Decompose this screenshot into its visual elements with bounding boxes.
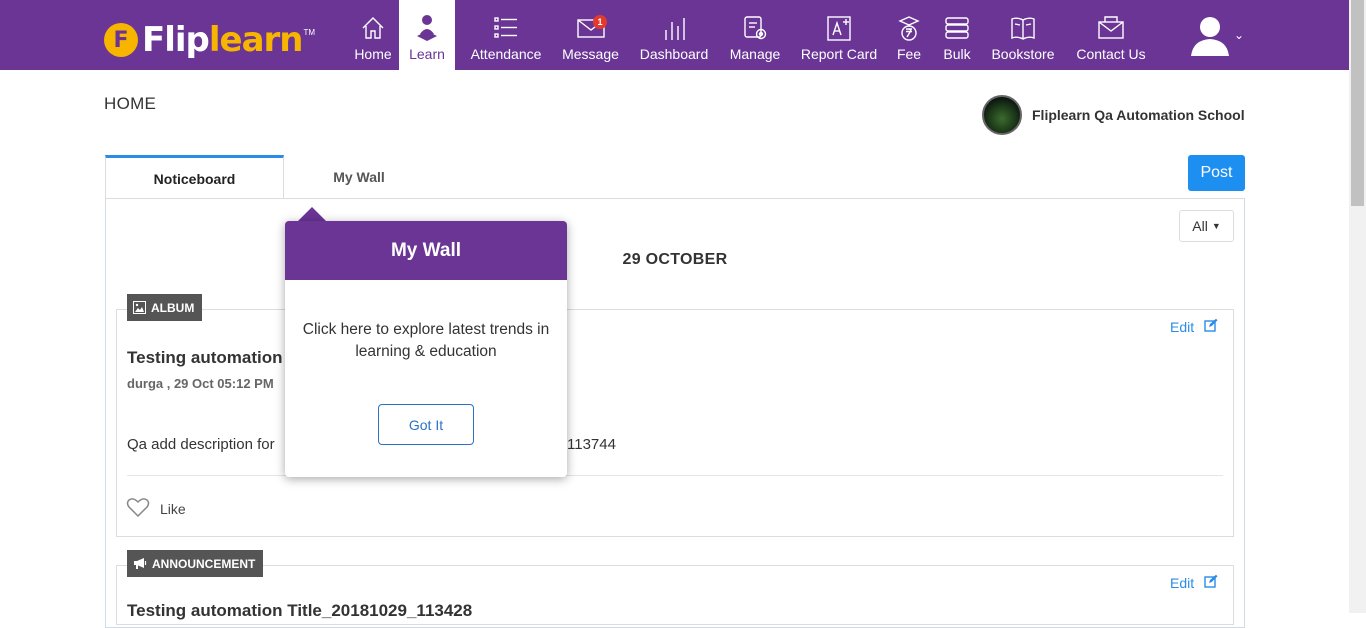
school-info: Fliplearn Qa Automation School (982, 95, 1245, 135)
nav-attendance[interactable]: Attendance (466, 0, 546, 70)
nav-learn[interactable]: Learn (399, 0, 455, 70)
nav-manage[interactable]: Manage (725, 0, 785, 70)
my-wall-popover: My Wall Click here to explore latest tre… (285, 221, 567, 477)
fliplearn-logo[interactable]: F Fliplearn TM (104, 20, 315, 60)
nav-label: Contact Us (1076, 46, 1146, 62)
post-type-tag: ANNOUNCEMENT (127, 550, 264, 577)
nav-contact-us[interactable]: Contact Us (1071, 0, 1151, 70)
like-label: Like (160, 500, 186, 517)
nav-report-card[interactable]: Report Card (797, 0, 881, 70)
nav-label: Fee (896, 46, 922, 62)
post-description: Qa add description for (127, 436, 275, 453)
filter-dropdown[interactable]: All ▼ (1179, 210, 1234, 242)
book-icon (1008, 14, 1038, 42)
post-description-tail: 113744 (567, 436, 616, 453)
caret-down-icon: ▼ (1211, 221, 1221, 231)
school-name: Fliplearn Qa Automation School (1032, 107, 1245, 123)
nav-message[interactable]: 1 Message (558, 0, 623, 70)
megaphone-icon (133, 557, 147, 570)
nav-label: Dashboard (639, 46, 709, 62)
popover-title: My Wall (285, 221, 567, 280)
post-title[interactable]: Testing automation Title_20181029_113428 (127, 601, 472, 621)
nav-label: Home (354, 46, 392, 62)
learn-icon (412, 14, 442, 42)
page-title: HOME (104, 94, 157, 113)
edit-icon (1204, 574, 1218, 591)
date-heading: 29 OCTOBER (622, 251, 728, 268)
popover-body: Click here to explore latest trends in l… (302, 321, 550, 360)
logo-badge: F (104, 23, 138, 57)
logo-trademark: TM (303, 28, 316, 37)
user-avatar-icon[interactable] (1190, 14, 1230, 56)
nav-label: Bookstore (991, 46, 1055, 62)
edit-label: Edit (1170, 574, 1195, 591)
bulk-stack-icon (942, 14, 972, 42)
nav-label: Message (562, 46, 619, 62)
chevron-down-icon[interactable]: ⌄ (1234, 28, 1244, 42)
bar-chart-icon (659, 14, 689, 42)
image-icon (133, 301, 146, 314)
like-button[interactable]: Like (126, 497, 186, 520)
got-it-button[interactable]: Got It (378, 404, 474, 445)
report-card-icon (824, 14, 854, 42)
filter-value: All (1192, 218, 1208, 234)
message-count-badge: 1 (593, 15, 607, 29)
fee-rupee-icon (894, 14, 924, 42)
nav-label: Manage (729, 46, 781, 62)
post-title[interactable]: Testing automation (127, 348, 283, 368)
attendance-list-icon (491, 14, 521, 42)
contact-envelope-icon (1096, 14, 1126, 42)
home-icon (358, 14, 388, 42)
logo-text-white: Flip (142, 20, 210, 60)
edit-icon (1204, 318, 1218, 335)
nav-home[interactable]: Home (348, 0, 398, 70)
feed-tabs: Noticeboard My Wall (105, 155, 434, 199)
tab-noticeboard[interactable]: Noticeboard (105, 155, 284, 199)
logo-text-yellow: learn (208, 20, 304, 60)
post-meta: durga , 29 Oct 05:12 PM (127, 376, 274, 391)
manage-gear-icon (740, 14, 770, 42)
post-card (116, 309, 1234, 537)
edit-link[interactable]: Edit (1170, 318, 1218, 335)
nav-label: Report Card (800, 46, 878, 62)
post-button[interactable]: Post (1188, 155, 1245, 191)
nav-fee[interactable]: Fee (893, 0, 925, 70)
tag-label: ALBUM (151, 300, 195, 315)
nav-label: Learn (409, 46, 445, 62)
nav-label: Bulk (943, 46, 971, 62)
logo-text: Fliplearn (142, 20, 304, 60)
school-logo (982, 95, 1022, 135)
post-type-tag: ALBUM (127, 294, 203, 321)
edit-label: Edit (1170, 318, 1195, 335)
edit-link[interactable]: Edit (1170, 574, 1218, 591)
nav-bulk[interactable]: Bulk (938, 0, 976, 70)
nav-label: Attendance (470, 46, 542, 62)
tab-my-wall[interactable]: My Wall (284, 155, 434, 199)
scrollbar-thumb[interactable] (1351, 0, 1364, 206)
nav-bookstore[interactable]: Bookstore (988, 0, 1058, 70)
heart-icon (126, 497, 150, 520)
tag-label: ANNOUNCEMENT (152, 556, 256, 571)
popover-arrow (298, 207, 326, 221)
nav-dashboard[interactable]: Dashboard (636, 0, 712, 70)
